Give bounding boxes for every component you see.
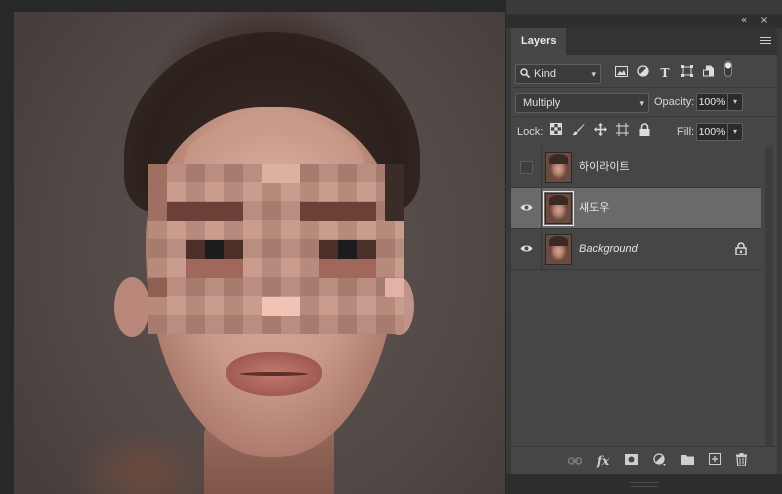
opacity-input[interactable]: 100% (696, 93, 728, 111)
prevent-auto-nesting-icon[interactable] (614, 123, 630, 139)
document-canvas[interactable] (14, 12, 505, 494)
search-icon (520, 65, 531, 83)
panel-resize-strip[interactable] (506, 474, 782, 494)
layer-name: 하이라이트 (579, 160, 630, 173)
new-adjustment-icon[interactable] (651, 453, 667, 469)
opacity-slider-toggle[interactable]: ▾ (727, 93, 743, 111)
filter-toggle-icon[interactable] (723, 61, 733, 77)
link-layers-icon[interactable] (567, 453, 583, 469)
shape-filter-icon[interactable] (679, 65, 695, 81)
panel-dock-header: « × (506, 14, 782, 28)
lock-image-pixels-icon[interactable] (570, 123, 586, 139)
layer-thumbnail (545, 152, 572, 183)
type-filter-icon[interactable]: T (657, 65, 673, 81)
collapse-panels-button[interactable]: « (736, 14, 752, 28)
delete-icon[interactable] (733, 453, 749, 469)
lock-label: Lock: (517, 126, 544, 138)
lock-row: Lock: Fill: 100% ▾ (511, 117, 777, 147)
visibility-toggle[interactable] (511, 229, 542, 269)
visibility-toggle[interactable] (511, 188, 542, 228)
smart-object-filter-icon[interactable] (701, 65, 717, 81)
blend-mode-value: Multiply (523, 97, 561, 109)
close-panel-button[interactable]: × (756, 14, 772, 28)
filter-kind-dropdown[interactable]: Kind ▾ (515, 64, 601, 84)
layers-panel: Layers Kind ▾ T Multiply ▾ Opacity: 100%… (511, 28, 777, 475)
filter-kind-label: Kind (534, 68, 557, 80)
lock-position-icon[interactable] (592, 123, 608, 139)
visibility-empty-box (520, 161, 533, 174)
fill-label: Fill: (677, 126, 695, 138)
fill-slider-toggle[interactable]: ▾ (727, 123, 743, 141)
layers-list: 하이라이트 섀도우 Background (511, 147, 777, 446)
tab-layers[interactable]: Layers (511, 28, 567, 55)
chevron-down-icon: ▾ (591, 69, 596, 79)
portrait-left-ear (114, 277, 150, 337)
layer-name: 섀도우 (579, 201, 610, 214)
image-filter-icon[interactable] (613, 65, 629, 81)
layer-row-highlight[interactable]: 하이라이트 (511, 147, 761, 188)
layer-name: Background (579, 243, 638, 255)
adjustment-filter-icon[interactable] (635, 65, 651, 81)
fill-input[interactable]: 100% (696, 123, 728, 141)
layer-thumbnail (545, 234, 572, 265)
add-mask-icon[interactable] (623, 453, 639, 469)
blend-row: Multiply ▾ Opacity: 100% ▾ (511, 88, 777, 116)
lock-icon[interactable] (735, 242, 747, 255)
opacity-label: Opacity: (654, 96, 695, 108)
blend-mode-dropdown[interactable]: Multiply ▾ (515, 93, 649, 113)
chevron-down-icon: ▾ (639, 98, 644, 108)
fx-icon[interactable]: fx (595, 453, 611, 469)
layer-row-background[interactable]: Background (511, 229, 761, 270)
layers-footer: fx (511, 446, 777, 475)
visibility-toggle[interactable] (511, 147, 542, 187)
layer-filter-row: Kind ▾ T (511, 55, 777, 87)
layers-scrollbar[interactable] (761, 147, 777, 446)
panel-menu-icon[interactable] (760, 37, 771, 45)
pixelated-mosaic-region (148, 164, 404, 334)
lock-all-icon[interactable] (636, 123, 652, 139)
panel-tab-bar: Layers (511, 28, 777, 55)
eye-icon (520, 204, 533, 211)
new-group-icon[interactable] (679, 453, 695, 469)
layer-row-shadow[interactable]: 섀도우 (511, 188, 761, 229)
document-workspace (0, 0, 506, 494)
new-layer-icon[interactable] (707, 453, 723, 469)
lock-transparent-pixels-icon[interactable] (548, 123, 564, 139)
layer-thumbnail (543, 191, 574, 226)
eye-icon (520, 245, 533, 252)
portrait-lips (226, 352, 322, 396)
panel-dock: « × Layers Kind ▾ T Multiply ▾ Opacity: … (506, 0, 782, 494)
